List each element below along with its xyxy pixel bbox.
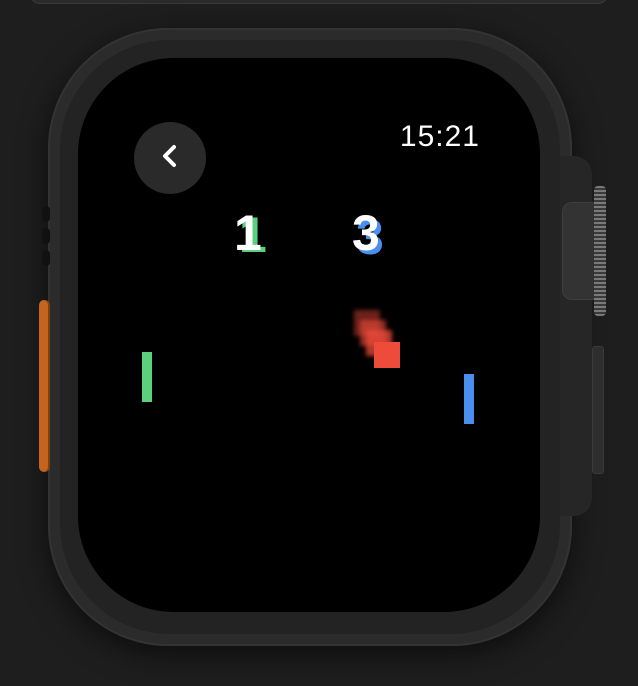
speaker-hole: [42, 250, 50, 266]
game-ball: [374, 342, 400, 368]
player-score-right: 3: [352, 205, 380, 261]
watch-screen[interactable]: 15:21 1 3: [78, 58, 540, 612]
right-paddle: [464, 374, 474, 424]
crown-ridges: [594, 186, 606, 316]
back-button[interactable]: [134, 122, 206, 194]
speaker-hole: [42, 206, 50, 222]
status-time: 15:21: [399, 120, 480, 153]
action-button[interactable]: [39, 300, 50, 472]
player-score-left: 1: [234, 205, 262, 261]
left-paddle[interactable]: [142, 352, 152, 402]
chevron-left-icon: [156, 142, 184, 175]
device-top-edge: [30, 0, 608, 4]
speaker-hole: [42, 228, 50, 244]
side-button[interactable]: [592, 346, 604, 474]
